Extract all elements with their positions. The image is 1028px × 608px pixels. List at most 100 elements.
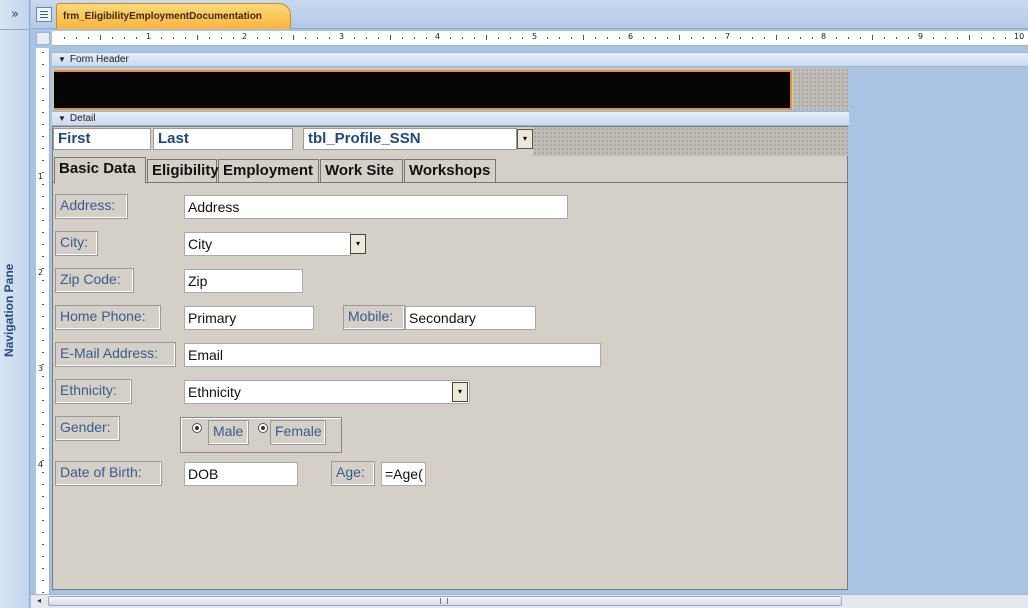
ruler-tick [42, 136, 44, 137]
ruler-tick [788, 37, 789, 39]
ethnicity-dropdown-icon[interactable]: ▾ [452, 382, 468, 402]
gender-male-radio[interactable] [192, 423, 202, 433]
ruler-tick [390, 35, 391, 40]
detail-grid [533, 127, 848, 156]
ruler-tick [42, 76, 44, 77]
ruler-tick [88, 37, 89, 39]
address-label: Address: [55, 194, 128, 219]
ruler-tick [800, 37, 801, 39]
ethnicity-combo[interactable]: Ethnicity [184, 380, 470, 404]
ruler-tick [1005, 37, 1006, 39]
ruler-tick [486, 35, 487, 40]
date-of-birth-field[interactable]: DOB [184, 462, 298, 486]
email-address-field[interactable]: Email [184, 343, 601, 367]
ruler-tick [197, 35, 198, 40]
ruler-tick [42, 388, 44, 389]
ruler-tick [42, 304, 44, 305]
gender-male-label[interactable]: Male [208, 420, 249, 445]
ruler-tick [42, 592, 44, 593]
ruler-tick [42, 184, 44, 185]
ruler-tick [848, 37, 849, 39]
home-phone-field[interactable]: Primary [184, 306, 314, 330]
mobile-field[interactable]: Secondary [405, 306, 536, 330]
ruler-tick [42, 64, 44, 65]
form-icon [36, 7, 52, 22]
ruler-tick [583, 35, 584, 40]
city-combo[interactable]: City [184, 232, 351, 256]
ruler-tick [42, 352, 44, 353]
ruler-tick [42, 124, 44, 125]
ruler-tick [933, 37, 934, 39]
ruler-tick [293, 35, 294, 40]
form-header-bar[interactable]: ▼ Form Header [52, 52, 1028, 67]
ruler-tick [510, 37, 511, 39]
ruler-tick [42, 88, 44, 89]
ruler-tick [124, 37, 125, 39]
city-dropdown-icon[interactable]: ▾ [350, 234, 366, 254]
ruler-tick [42, 448, 44, 449]
ruler-tick [981, 37, 982, 39]
last-name-field[interactable]: Last [153, 128, 293, 150]
address-field[interactable]: Address [184, 195, 568, 219]
ruler-tick [257, 37, 258, 39]
ruler-tick [595, 37, 596, 39]
ruler-tick [42, 160, 44, 161]
tab-employment[interactable]: Employment [218, 159, 319, 182]
ruler-tick [872, 35, 873, 40]
ruler-tick [42, 472, 44, 473]
navigation-pane-label[interactable]: Navigation Pane [2, 240, 28, 380]
scroll-left-icon[interactable]: ◂ [33, 595, 45, 607]
detail-label: Detail [69, 113, 96, 124]
ruler-tick [643, 37, 644, 39]
ruler-number: 2 [38, 268, 44, 277]
ruler-tick [42, 208, 44, 209]
document-tab[interactable]: frm_EligibilityEmploymentDocumentation [56, 3, 291, 29]
ruler-tick [42, 112, 44, 113]
ruler-tick [860, 37, 861, 39]
header-black-box[interactable] [54, 70, 792, 110]
ruler-tick [896, 37, 897, 39]
expand-navigation-icon[interactable]: » [0, 0, 30, 30]
ruler-tick [522, 37, 523, 39]
ruler-tick [42, 532, 44, 533]
age-field[interactable]: =Age( [381, 462, 426, 486]
ruler-tick [42, 508, 44, 509]
tab-basic-data[interactable]: Basic Data [54, 157, 146, 184]
ruler-tick [42, 100, 44, 101]
tab-workshops[interactable]: Workshops [404, 159, 496, 182]
ruler-tick [426, 37, 427, 39]
ruler-tick [655, 37, 656, 39]
ruler-tick [317, 37, 318, 39]
first-name-field[interactable]: First [53, 128, 151, 150]
ruler-tick [957, 37, 958, 39]
ruler-tick [42, 256, 44, 257]
section-arrow-icon: ▼ [58, 55, 66, 64]
gender-female-radio[interactable] [258, 423, 268, 433]
ruler-tick [776, 35, 777, 40]
ruler-number: 4 [38, 460, 44, 469]
gender-female-label[interactable]: Female [270, 420, 326, 445]
ethnicity-label: Ethnicity: [55, 379, 132, 404]
ruler-tick [836, 37, 837, 39]
ruler-tick [366, 37, 367, 39]
scroll-grip-icon [440, 598, 448, 604]
ruler-number: 3 [339, 32, 345, 41]
tab-eligibility[interactable]: Eligibility [147, 159, 219, 182]
ruler-tick [281, 37, 282, 39]
ruler-tick [185, 37, 186, 39]
section-arrow-icon: ▼ [58, 114, 66, 123]
city-label: City: [55, 231, 98, 256]
ruler-tick [667, 37, 668, 39]
ruler-tick [547, 37, 548, 39]
ssn-combo[interactable]: tbl_Profile_SSN [303, 128, 517, 150]
form-selector[interactable] [36, 32, 50, 45]
ruler-tick [402, 37, 403, 39]
vertical-ruler: 1 2 3 4 [36, 48, 50, 596]
zip-code-field[interactable]: Zip [184, 269, 303, 293]
ruler-number: 2 [242, 32, 248, 41]
ssn-dropdown-icon[interactable]: ▾ [517, 129, 533, 149]
ruler-tick [462, 37, 463, 39]
ruler-tick [136, 37, 137, 39]
ruler-tick [752, 37, 753, 39]
tab-work-site[interactable]: Work Site [320, 159, 403, 182]
